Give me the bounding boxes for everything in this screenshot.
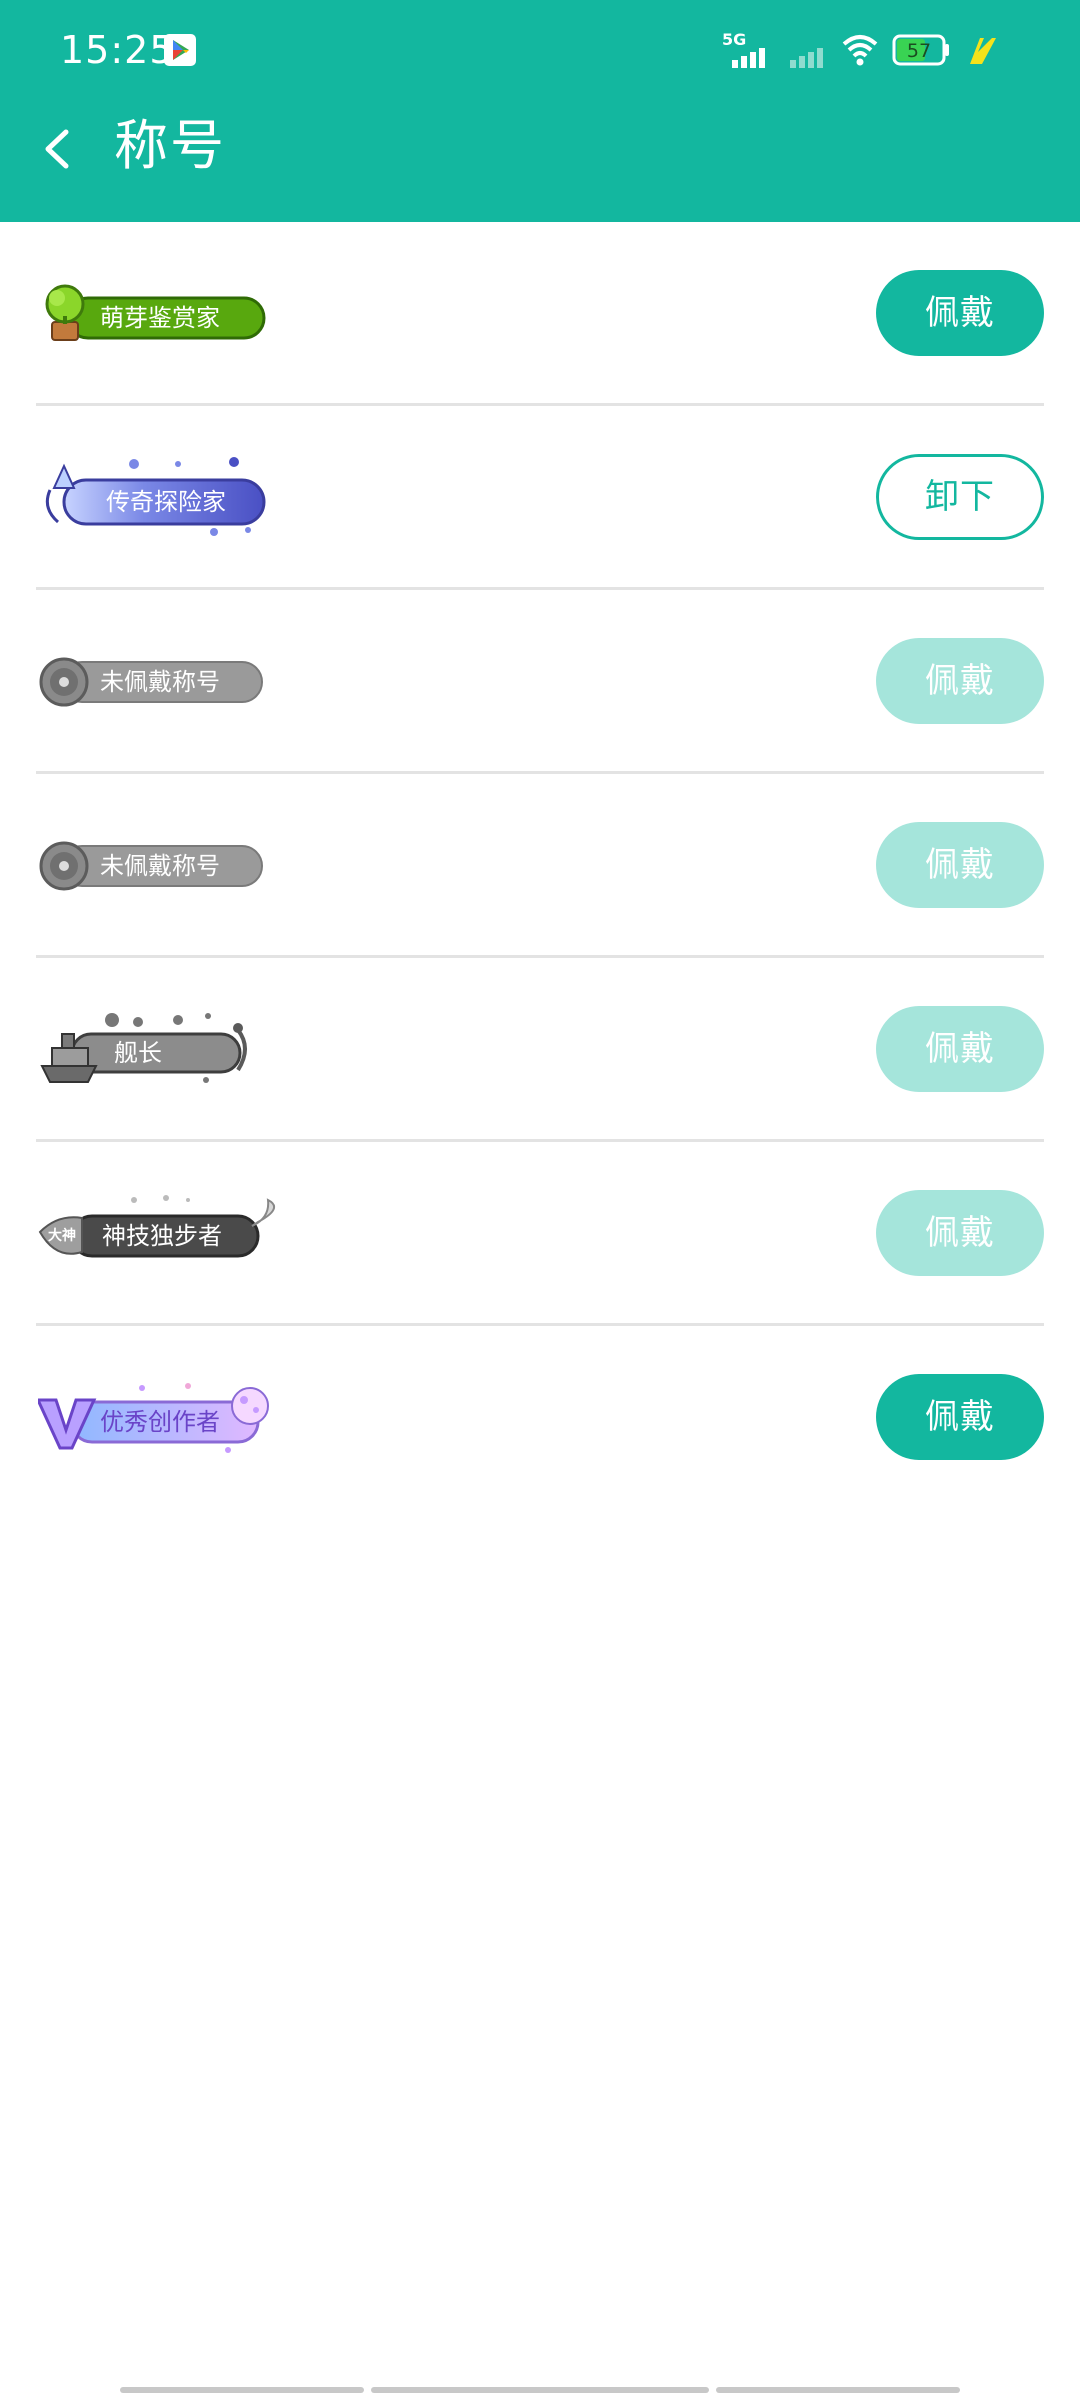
title-name: 未佩戴称号 bbox=[100, 852, 220, 880]
wear-button[interactable]: 佩戴 bbox=[876, 1006, 1044, 1092]
svg-text:5G: 5G bbox=[722, 30, 746, 49]
wear-button[interactable]: 佩戴 bbox=[876, 1374, 1044, 1460]
list-item: 传奇探险家 卸下 bbox=[0, 406, 1080, 590]
gesture-bar-left bbox=[120, 2387, 364, 2393]
battery-icon: 57 bbox=[892, 34, 949, 66]
list-item: 大神 神技独步者 佩戴 bbox=[0, 1142, 1080, 1326]
title-name: 未佩戴称号 bbox=[100, 668, 220, 696]
svg-text:大神: 大神 bbox=[48, 1227, 76, 1244]
title-name: 神技独步者 bbox=[102, 1222, 222, 1250]
title-name: 萌芽鉴赏家 bbox=[100, 304, 220, 332]
svg-text:57: 57 bbox=[907, 40, 931, 62]
play-store-icon bbox=[164, 34, 196, 66]
status-time: 15:25 bbox=[60, 28, 175, 72]
list-item: 优秀创作者 佩戴 bbox=[0, 1326, 1080, 1510]
title-badge: 萌芽鉴赏家 bbox=[38, 272, 278, 356]
wifi-icon bbox=[842, 35, 878, 66]
app-header: 15:25 5G 57 称号 bbox=[0, 0, 1080, 222]
list-item: 萌芽鉴赏家 佩戴 bbox=[0, 222, 1080, 406]
title-badge: 舰长 bbox=[38, 1008, 278, 1092]
status-icons: 5G 57 bbox=[722, 30, 1022, 70]
title-name: 传奇探险家 bbox=[106, 488, 226, 516]
wear-button[interactable]: 佩戴 bbox=[876, 270, 1044, 356]
title-badge: 未佩戴称号 bbox=[38, 824, 278, 908]
page-title: 称号 bbox=[114, 114, 226, 177]
list-item: 舰长 佩戴 bbox=[0, 958, 1080, 1142]
gesture-bar-center bbox=[371, 2387, 709, 2393]
title-name: 优秀创作者 bbox=[100, 1408, 220, 1436]
wear-button[interactable]: 佩戴 bbox=[876, 1190, 1044, 1276]
title-badge: 优秀创作者 bbox=[38, 1376, 278, 1460]
title-list: 萌芽鉴赏家 佩戴 传奇探险家 卸下 未佩戴称号 佩戴 未佩戴称号 佩戴 舰长 佩… bbox=[0, 222, 1080, 1510]
title-badge: 未佩戴称号 bbox=[38, 640, 278, 724]
unequip-button[interactable]: 卸下 bbox=[876, 454, 1044, 540]
chevron-left-icon bbox=[45, 129, 69, 169]
back-button[interactable] bbox=[30, 112, 86, 186]
signal-secondary-icon bbox=[790, 48, 823, 68]
list-item: 未佩戴称号 佩戴 bbox=[0, 774, 1080, 958]
wear-button[interactable]: 佩戴 bbox=[876, 822, 1044, 908]
gesture-bar-right bbox=[716, 2387, 960, 2393]
signal-5g-icon: 5G bbox=[722, 30, 765, 68]
title-badge: 大神 神技独步者 bbox=[38, 1192, 278, 1276]
title-name: 舰长 bbox=[114, 1039, 162, 1067]
title-badge: 传奇探险家 bbox=[38, 456, 278, 540]
screen: 15:25 5G 57 称号 萌芽鉴赏家 佩戴 传奇探险家 卸下 未佩戴称号 佩… bbox=[0, 0, 1080, 2400]
charging-icon bbox=[970, 38, 996, 64]
list-item: 未佩戴称号 佩戴 bbox=[0, 590, 1080, 774]
wear-button[interactable]: 佩戴 bbox=[876, 638, 1044, 724]
